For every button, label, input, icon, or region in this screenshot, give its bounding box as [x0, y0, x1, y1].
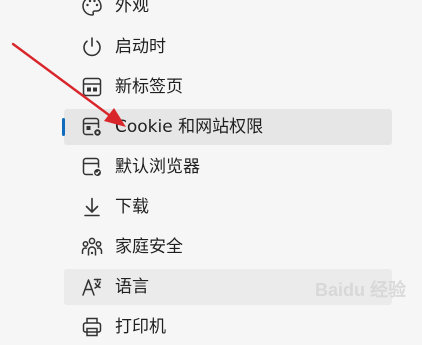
- menu-item-label: 下载: [115, 197, 149, 217]
- menu-item-appearance[interactable]: 外观: [64, 0, 392, 24]
- language-icon: [80, 275, 104, 299]
- menu-item-default-browser[interactable]: 默认浏览器: [64, 149, 392, 185]
- menu-item-label: Cookie 和网站权限: [115, 117, 264, 137]
- selected-indicator: [62, 118, 65, 136]
- menu-item-new-tab-page[interactable]: 新标签页: [64, 69, 392, 105]
- menu-item-cookies-site-permissions[interactable]: Cookie 和网站权限: [62, 109, 392, 145]
- menu-item-label: 新标签页: [115, 77, 183, 97]
- menu-item-label: 默认浏览器: [115, 157, 200, 177]
- menu-item-family-safety[interactable]: 家庭安全: [64, 229, 392, 265]
- settings-menu: 外观 启动时 新标签页 Cookie 和网站权限 默认浏览器 下载 家庭安全 语…: [0, 0, 422, 337]
- watermark: Baidu 经验: [314, 280, 406, 300]
- printer-icon: [80, 315, 104, 339]
- new-tab-page-icon: [80, 75, 104, 99]
- menu-item-label: 启动时: [115, 37, 166, 57]
- download-icon: [80, 195, 104, 219]
- palette-icon: [80, 0, 104, 18]
- default-browser-icon: [80, 155, 104, 179]
- menu-item-label: 打印机: [115, 317, 166, 337]
- cookie-site-permissions-icon: [80, 115, 104, 139]
- menu-item-label: 语言: [115, 277, 149, 297]
- family-safety-icon: [80, 235, 104, 259]
- menu-item-label: 外观: [115, 0, 149, 16]
- power-icon: [80, 35, 104, 59]
- menu-item-downloads[interactable]: 下载: [64, 189, 392, 225]
- menu-item-label: 家庭安全: [115, 237, 183, 257]
- menu-item-printers[interactable]: 打印机: [64, 309, 392, 345]
- menu-item-on-startup[interactable]: 启动时: [64, 29, 392, 65]
